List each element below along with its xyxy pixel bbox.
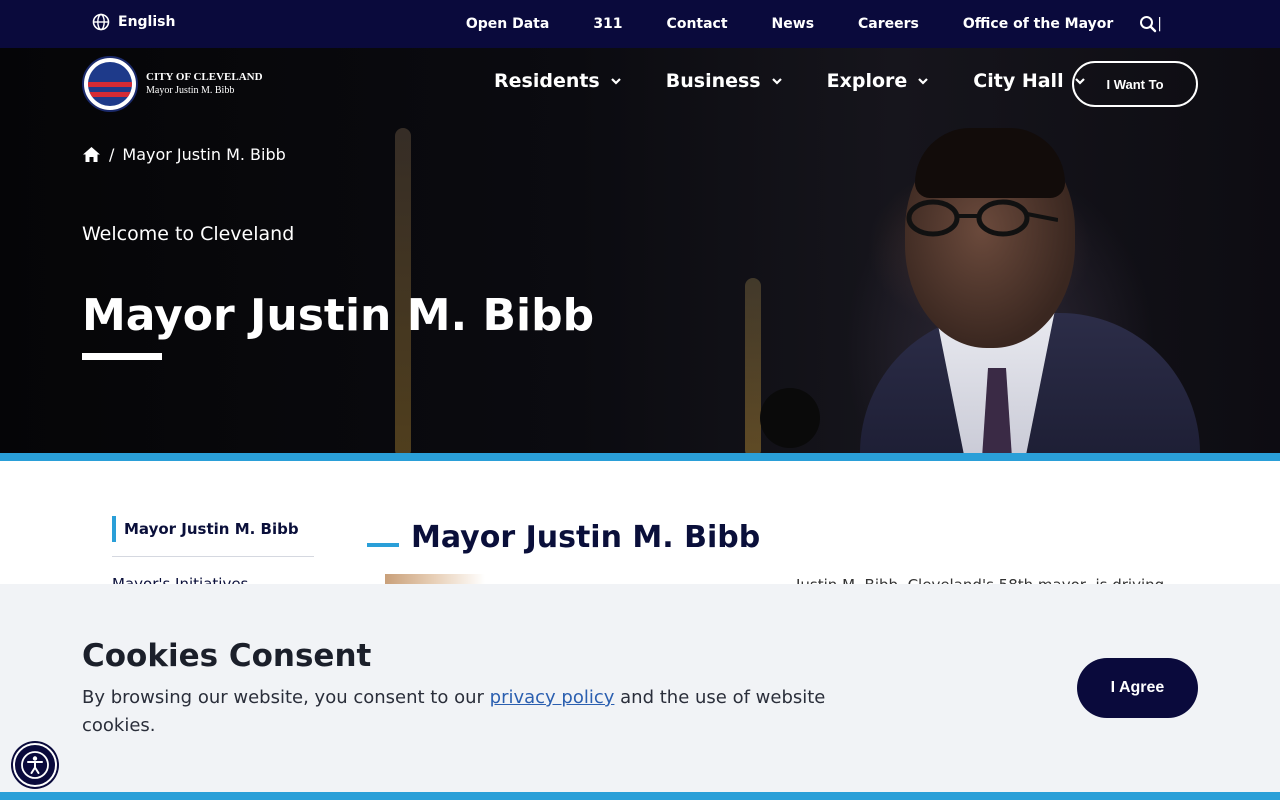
nav-label: Residents (494, 70, 600, 92)
chevron-down-icon (771, 78, 782, 85)
breadcrumb-separator: / (109, 145, 115, 164)
accessibility-button[interactable] (13, 743, 57, 787)
nav-item-explore[interactable]: Explore (827, 70, 930, 92)
content-heading: Mayor Justin M. Bibb (367, 520, 760, 555)
city-seal-icon (82, 56, 138, 112)
side-nav-item-active[interactable]: Mayor Justin M. Bibb (112, 516, 314, 542)
hero-divider (0, 453, 1280, 461)
privacy-policy-link[interactable]: privacy policy (490, 687, 615, 708)
nav-label: Explore (826, 70, 908, 92)
nav-item-business[interactable]: Business (666, 70, 783, 92)
chevron-down-icon (610, 78, 621, 85)
utility-bar: English Open Data 311 Contact News Caree… (0, 0, 1280, 48)
hero-banner: CITY OF CLEVELAND Mayor Justin M. Bibb R… (0, 48, 1280, 453)
hero-photo-hair (915, 128, 1065, 198)
heading-accent (367, 542, 399, 547)
language-label: English (118, 14, 176, 30)
chevron-down-icon (918, 78, 929, 85)
cookie-banner: Cookies Consent By browsing our website,… (0, 584, 1280, 792)
logo-line1: CITY OF CLEVELAND (146, 71, 263, 83)
nav-label: Business (665, 70, 761, 92)
nav-item-city-hall[interactable]: City Hall (973, 70, 1085, 92)
hero-photo-glasses (906, 199, 1058, 237)
globe-icon (92, 13, 110, 31)
hero-eyebrow: Welcome to Cleveland (82, 223, 295, 245)
utility-link-open-data[interactable]: Open Data (466, 16, 549, 32)
nav-label: City Hall (973, 70, 1064, 92)
side-nav: Mayor Justin M. Bibb Mayor's Initiatives (112, 516, 314, 593)
side-nav-divider (112, 556, 314, 557)
cookie-text: By browsing our website, you consent to … (82, 684, 842, 740)
nav-item-residents[interactable]: Residents (494, 70, 622, 92)
utility-link-careers[interactable]: Careers (858, 16, 919, 32)
utility-separator: | (1157, 16, 1162, 32)
search-icon[interactable] (1139, 15, 1157, 33)
hero-microphone (760, 388, 820, 448)
utility-link-news[interactable]: News (772, 16, 814, 32)
i-agree-button[interactable]: I Agree (1077, 658, 1198, 718)
site-logo[interactable]: CITY OF CLEVELAND Mayor Justin M. Bibb (82, 56, 263, 112)
cookie-title: Cookies Consent (82, 638, 372, 674)
content-title: Mayor Justin M. Bibb (411, 520, 761, 555)
language-selector[interactable]: English (92, 13, 175, 31)
logo-text: CITY OF CLEVELAND Mayor Justin M. Bibb (146, 71, 263, 97)
home-icon[interactable] (82, 146, 101, 163)
breadcrumb-current: Mayor Justin M. Bibb (122, 145, 286, 164)
footer-strip (0, 792, 1280, 800)
accessibility-icon (21, 751, 49, 779)
utility-link-311[interactable]: 311 (593, 16, 622, 32)
utility-links: Open Data 311 Contact News Careers Offic… (422, 0, 1162, 48)
logo-line2: Mayor Justin M. Bibb (146, 85, 235, 96)
utility-link-contact[interactable]: Contact (667, 16, 728, 32)
cookie-text-before: By browsing our website, you consent to … (82, 687, 490, 708)
main-nav: Residents Business Explore City Hall (494, 70, 1130, 92)
title-underline (82, 353, 162, 360)
breadcrumb: / Mayor Justin M. Bibb (82, 145, 286, 164)
page-title: Mayor Justin M. Bibb (82, 290, 595, 341)
utility-link-office-of-the-mayor[interactable]: Office of the Mayor (963, 16, 1113, 32)
hero-flag-pole (745, 278, 761, 453)
i-want-to-button[interactable]: I Want To (1072, 61, 1198, 107)
